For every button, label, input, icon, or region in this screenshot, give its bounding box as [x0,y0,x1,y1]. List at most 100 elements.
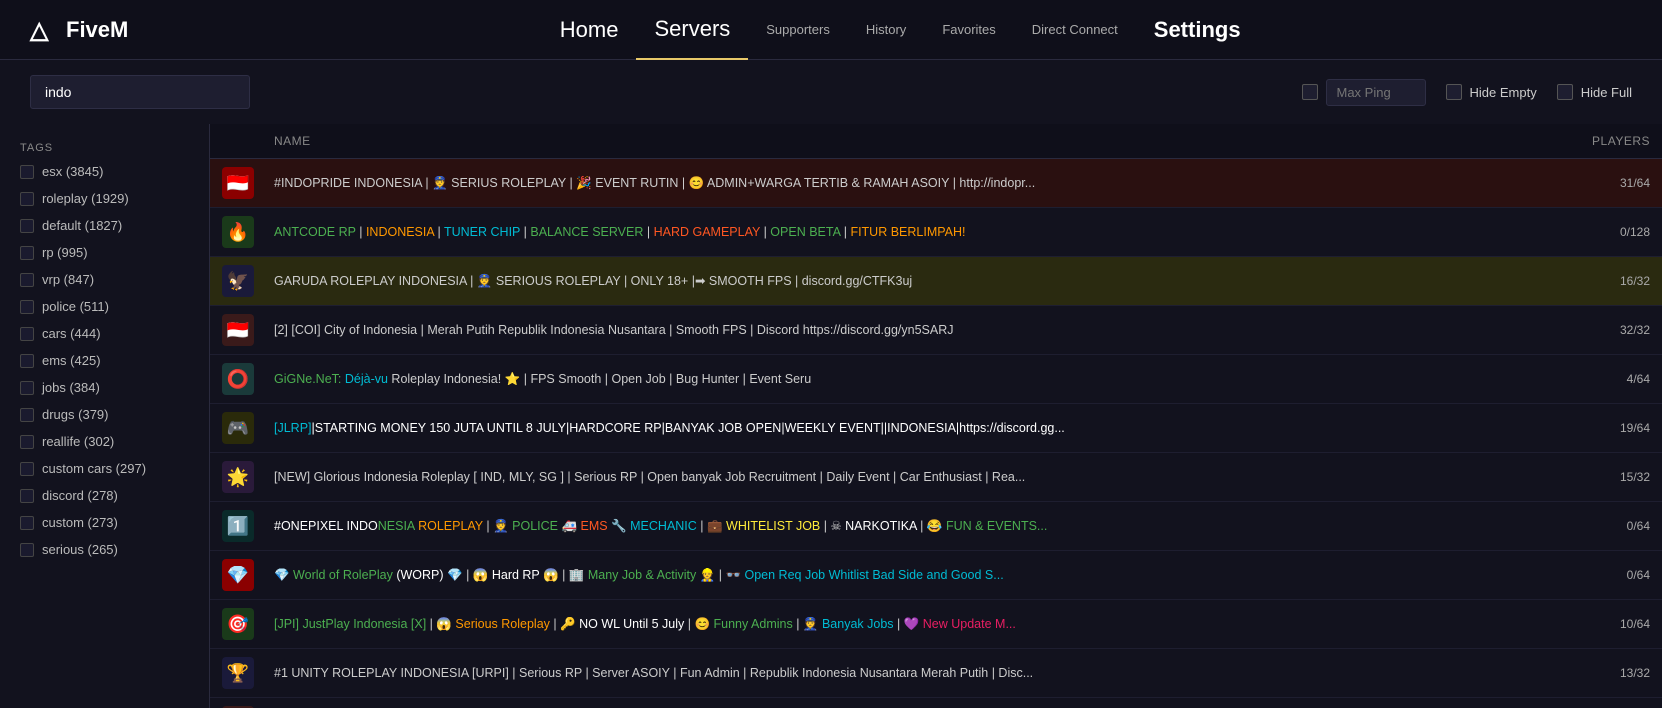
sidebar-checkbox[interactable] [20,192,34,206]
sidebar-item[interactable]: rp (995) [0,239,209,266]
sidebar-item[interactable]: reallife (302) [0,428,209,455]
table-row[interactable]: 💎 💎 World of RolePlay (WORP) 💎 | 😱 Hard … [210,551,1662,600]
server-icon: 🏆 [222,657,254,689]
server-players: 4/64 [1560,372,1650,386]
table-row[interactable]: 🏆 #1 UNITY ROLEPLAY INDONESIA [URPI] | S… [210,649,1662,698]
main-content: tags esx (3845)roleplay (1929)default (1… [0,124,1662,708]
table-row[interactable]: 🔥 ANTCODE RP | INDONESIA | TUNER CHIP | … [210,208,1662,257]
max-ping-input[interactable] [1326,79,1426,106]
header: △ FiveM Home Servers Supporters History … [0,0,1662,60]
search-bar: indo Hide Empty Hide Full [0,60,1662,124]
server-name: [JLRP]|STARTING MONEY 150 JUTA UNTIL 8 J… [262,421,1560,435]
table-row[interactable]: 🇮🇩 NUSANTARA ROLEPLAY | NON-WHITELIST - … [210,698,1662,708]
sidebar-item-label: rp (995) [42,245,88,260]
sidebar-item-label: police (511) [42,299,109,314]
sidebar-item[interactable]: roleplay (1929) [0,185,209,212]
server-players: 0/64 [1560,519,1650,533]
sidebar: tags esx (3845)roleplay (1929)default (1… [0,124,210,708]
col-players: players [1560,134,1650,148]
search-input[interactable]: indo [30,75,250,109]
sidebar-checkbox[interactable] [20,408,34,422]
hide-empty-label: Hide Empty [1470,85,1537,100]
table-row[interactable]: 🌟 [NEW] Glorious Indonesia Roleplay [ IN… [210,453,1662,502]
server-name: [2] [COI] City of Indonesia | Merah Puti… [262,323,1560,337]
sidebar-checkbox[interactable] [20,246,34,260]
sidebar-item-label: default (1827) [42,218,122,233]
col-icon [222,134,262,148]
server-name: GiGNe.NeT: Déjà-vu Roleplay Indonesia! ⭐… [262,372,1560,387]
hide-empty-filter: Hide Empty [1446,84,1537,100]
fivem-logo-icon: △ [30,16,58,44]
app-title: FiveM [66,17,128,43]
sidebar-item[interactable]: serious (265) [0,536,209,563]
nav-settings[interactable]: Settings [1136,0,1259,60]
server-players: 16/32 [1560,274,1650,288]
server-icon: 🌟 [222,461,254,493]
hide-empty-checkbox[interactable] [1446,84,1462,100]
main-nav: Home Servers Supporters History Favorite… [168,0,1632,60]
sidebar-checkbox[interactable] [20,543,34,557]
sidebar-checkbox[interactable] [20,354,34,368]
nav-home[interactable]: Home [542,0,637,60]
server-rows: 🇮🇩 #INDOPRIDE INDONESIA | 👮 SERIUS ROLEP… [210,159,1662,708]
sidebar-item-label: reallife (302) [42,434,114,449]
server-players: 0/64 [1560,568,1650,582]
table-row[interactable]: 🎯 [JPI] JustPlay Indonesia [X] | 😱 Serio… [210,600,1662,649]
table-row[interactable]: 🇮🇩 [2] [COI] City of Indonesia | Merah P… [210,306,1662,355]
nav-history[interactable]: History [848,0,924,60]
sidebar-checkbox[interactable] [20,327,34,341]
sidebar-item[interactable]: police (511) [0,293,209,320]
sidebar-checkbox[interactable] [20,273,34,287]
nav-favorites[interactable]: Favorites [924,0,1013,60]
sidebar-checkbox[interactable] [20,219,34,233]
sidebar-item-label: jobs (384) [42,380,100,395]
table-row[interactable]: 🎮 [JLRP]|STARTING MONEY 150 JUTA UNTIL 8… [210,404,1662,453]
hide-full-checkbox[interactable] [1557,84,1573,100]
server-name: 💎 World of RolePlay (WORP) 💎 | 😱 Hard RP… [262,568,1560,583]
nav-servers[interactable]: Servers [636,0,748,60]
sidebar-item[interactable]: vrp (847) [0,266,209,293]
server-icon: 🔥 [222,216,254,248]
table-row[interactable]: 1️⃣ #ONEPIXEL INDONESIA ROLEPLAY | 👮 POL… [210,502,1662,551]
sidebar-item[interactable]: custom cars (297) [0,455,209,482]
nav-direct-connect[interactable]: Direct Connect [1014,0,1136,60]
sidebar-item[interactable]: discord (278) [0,482,209,509]
server-players: 19/64 [1560,421,1650,435]
sidebar-item[interactable]: cars (444) [0,320,209,347]
sidebar-checkbox[interactable] [20,516,34,530]
nav-supporters[interactable]: Supporters [748,0,848,60]
sidebar-item-label: esx (3845) [42,164,103,179]
table-row[interactable]: 🦅 GARUDA ROLEPLAY INDONESIA | 👮 SERIOUS … [210,257,1662,306]
sidebar-item[interactable]: default (1827) [0,212,209,239]
sidebar-item[interactable]: esx (3845) [0,158,209,185]
sidebar-checkbox[interactable] [20,489,34,503]
max-ping-checkbox[interactable] [1302,84,1318,100]
server-name: #INDOPRIDE INDONESIA | 👮 SERIUS ROLEPLAY… [262,176,1560,191]
sidebar-item[interactable]: custom (273) [0,509,209,536]
table-row[interactable]: ⭕ GiGNe.NeT: Déjà-vu Roleplay Indonesia!… [210,355,1662,404]
sidebar-checkbox[interactable] [20,435,34,449]
sidebar-item-label: serious (265) [42,542,118,557]
server-name: #ONEPIXEL INDONESIA ROLEPLAY | 👮 POLICE … [262,518,1560,534]
server-icon: 🎮 [222,412,254,444]
server-name: [JPI] JustPlay Indonesia [X] | 😱 Serious… [262,617,1560,632]
sidebar-item-label: cars (444) [42,326,101,341]
server-icon: 🇮🇩 [222,314,254,346]
server-icon: 🇮🇩 [222,167,254,199]
server-name: GARUDA ROLEPLAY INDONESIA | 👮 SERIOUS RO… [262,273,1560,289]
sidebar-item-label: custom cars (297) [42,461,146,476]
sidebar-item[interactable]: jobs (384) [0,374,209,401]
table-row[interactable]: 🇮🇩 #INDOPRIDE INDONESIA | 👮 SERIUS ROLEP… [210,159,1662,208]
sidebar-item[interactable]: drugs (379) [0,401,209,428]
sidebar-checkbox[interactable] [20,381,34,395]
sidebar-item-label: drugs (379) [42,407,108,422]
sidebar-checkbox[interactable] [20,165,34,179]
server-players: 13/32 [1560,666,1650,680]
col-name: name [262,134,1560,148]
server-players: 10/64 [1560,617,1650,631]
sidebar-item-label: roleplay (1929) [42,191,129,206]
sidebar-checkbox[interactable] [20,462,34,476]
sidebar-checkbox[interactable] [20,300,34,314]
sidebar-item[interactable]: ems (425) [0,347,209,374]
sidebar-item-label: vrp (847) [42,272,94,287]
